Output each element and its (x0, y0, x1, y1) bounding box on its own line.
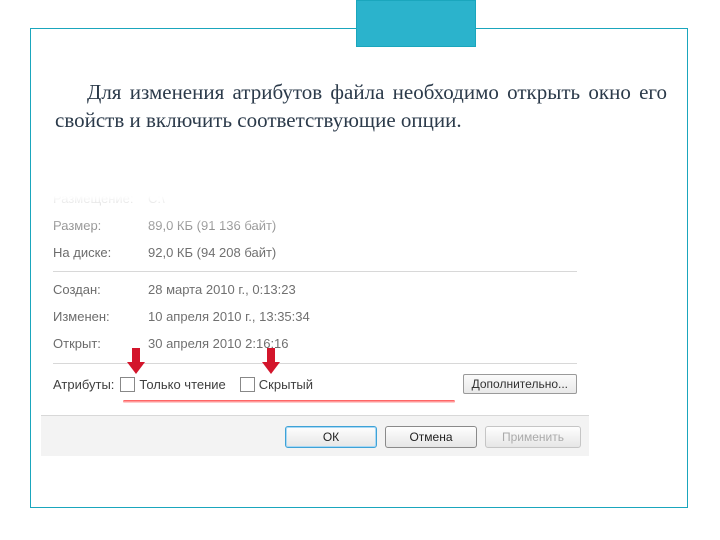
slide-intro-text: Для изменения атрибутов файла необходимо… (55, 78, 667, 135)
value-opened: 30 апреля 2010 2:16:16 (148, 330, 577, 357)
dialog-button-bar: ОК Отмена Применить (41, 415, 589, 456)
label-created: Создан: (53, 276, 148, 303)
label-size: Размер: (53, 212, 148, 239)
row-created: Создан: 28 марта 2010 г., 0:13:23 (53, 276, 577, 303)
value-modified: 10 апреля 2010 г., 13:35:34 (148, 303, 577, 330)
slide-header-tab (356, 0, 476, 47)
checkbox-readonly[interactable] (120, 377, 135, 392)
row-size: Размер: 89,0 КБ (91 136 байт) (53, 212, 577, 239)
label-modified: Изменен: (53, 303, 148, 330)
label-disk: На диске: (53, 239, 148, 266)
apply-button[interactable]: Применить (485, 426, 581, 448)
value-size: 89,0 КБ (91 136 байт) (148, 212, 577, 239)
checkbox-hidden[interactable] (240, 377, 255, 392)
label-attributes: Атрибуты: (53, 377, 114, 392)
row-location: Размещение: C:\ (53, 185, 577, 212)
cancel-button[interactable]: Отмена (385, 426, 477, 448)
checkbox-hidden-label: Скрытый (259, 377, 313, 392)
properties-dialog-screenshot: Размещение: C:\ Размер: 89,0 КБ (91 136 … (47, 185, 583, 456)
value-disk: 92,0 КБ (94 208 байт) (148, 239, 577, 266)
row-modified: Изменен: 10 апреля 2010 г., 13:35:34 (53, 303, 577, 330)
file-dates-table: Создан: 28 марта 2010 г., 0:13:23 Измене… (53, 276, 577, 357)
label-location: Размещение: (53, 185, 148, 212)
value-location: C:\ (148, 185, 577, 212)
row-disk: На диске: 92,0 КБ (94 208 байт) (53, 239, 577, 266)
file-info-table: Размещение: C:\ Размер: 89,0 КБ (91 136 … (53, 185, 577, 266)
advanced-button[interactable]: Дополнительно... (463, 374, 577, 394)
highlight-underline (123, 400, 455, 403)
value-created: 28 марта 2010 г., 0:13:23 (148, 276, 577, 303)
ok-button[interactable]: ОК (285, 426, 377, 448)
row-opened: Открыт: 30 апреля 2010 2:16:16 (53, 330, 577, 357)
checkbox-readonly-label: Только чтение (139, 377, 225, 392)
label-opened: Открыт: (53, 330, 148, 357)
attributes-row: Атрибуты: Только чтение Скрытый Дополнит… (53, 363, 577, 394)
